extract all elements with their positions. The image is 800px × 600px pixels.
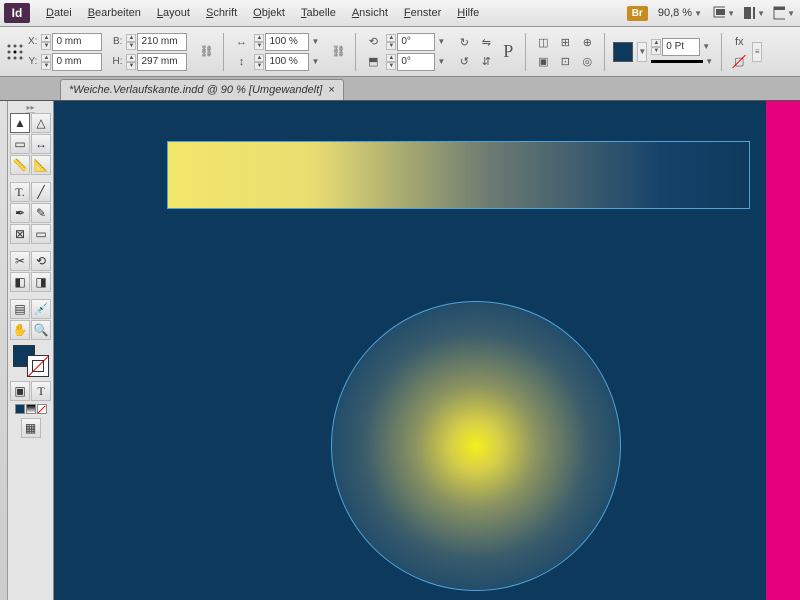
char-proxy-icon: P: [499, 43, 517, 61]
menu-objekt[interactable]: Objekt: [245, 4, 293, 22]
menu-layout[interactable]: Layout: [149, 4, 198, 22]
type-tool-icon[interactable]: T.: [10, 182, 30, 202]
canvas[interactable]: [54, 101, 800, 600]
rotate-input[interactable]: ▲▼▼: [386, 33, 445, 51]
gradient-rectangle-object[interactable]: [167, 141, 750, 209]
gradient-swatch-tool-icon[interactable]: ◧: [10, 272, 30, 292]
line-tool-icon[interactable]: ╱: [31, 182, 51, 202]
screen-mode-icon[interactable]: ▼: [712, 3, 736, 23]
direct-selection-tool-icon[interactable]: △: [31, 113, 51, 133]
constrain-scale-icon[interactable]: ⛓: [329, 43, 347, 61]
formatting-container-icon[interactable]: ▣: [10, 381, 30, 401]
scale-y-input[interactable]: ▲▼▼: [254, 53, 319, 71]
y-input[interactable]: ▲▼: [41, 53, 102, 71]
arrange-docs-icon[interactable]: ▼: [742, 3, 766, 23]
note-tool-icon[interactable]: ▤: [10, 299, 30, 319]
no-effect-icon[interactable]: ▢: [730, 52, 748, 70]
hand-tool-icon[interactable]: ✋: [10, 320, 30, 340]
menu-fenster[interactable]: Fenster: [396, 4, 449, 22]
select-container-icon[interactable]: ◫: [534, 33, 552, 51]
rotate-ccw-icon[interactable]: ↺: [455, 52, 473, 70]
document-tab-title: *Weiche.Verlaufskante.indd @ 90 % [Umgew…: [69, 84, 322, 96]
rect-tool-icon[interactable]: ▭: [31, 224, 51, 244]
x-input[interactable]: ▲▼: [41, 33, 102, 51]
document-tab-strip: *Weiche.Verlaufskante.indd @ 90 % [Umgew…: [0, 77, 800, 101]
eyedropper-tool-icon[interactable]: 💉: [31, 299, 51, 319]
menu-hilfe[interactable]: Hilfe: [449, 4, 487, 22]
rect-frame-tool-icon[interactable]: ⊠: [10, 224, 30, 244]
stroke-weight-input[interactable]: ▲▼▼: [651, 38, 713, 56]
select-content-icon[interactable]: ▣: [534, 52, 552, 70]
menu-bar: Id Datei Bearbeiten Layout Schrift Objek…: [0, 0, 800, 27]
workspace-switch-icon[interactable]: ▼: [772, 3, 796, 23]
constrain-wh-icon[interactable]: ⛓: [197, 43, 215, 61]
tab-close-icon[interactable]: ×: [328, 84, 334, 96]
ruler-tool-icon[interactable]: 📏: [10, 155, 30, 175]
panel-reveal-strip[interactable]: [0, 101, 8, 600]
toolbox-grip-icon[interactable]: ▸▸: [26, 103, 34, 113]
measure-tool-icon[interactable]: 📐: [31, 155, 51, 175]
h-label: H:: [112, 56, 122, 67]
scissors-tool-icon[interactable]: ✂: [10, 251, 30, 271]
apply-none-icon[interactable]: [37, 404, 47, 414]
w-input[interactable]: ▲▼: [126, 33, 187, 51]
gap-tool-icon[interactable]: ↔: [31, 134, 51, 154]
flip-v-icon[interactable]: ⇵: [477, 52, 495, 70]
scale-x-input[interactable]: ▲▼▼: [254, 33, 319, 51]
selection-tool-icon[interactable]: ▲: [10, 113, 30, 133]
rotate-fields: ⟲ ▲▼▼ ⬒ ▲▼▼: [364, 33, 445, 71]
pencil-tool-icon[interactable]: ✎: [31, 203, 51, 223]
menu-schrift[interactable]: Schrift: [198, 4, 245, 22]
position-fields: X: ▲▼ Y: ▲▼: [28, 33, 102, 71]
fill-swatch[interactable]: [613, 42, 633, 62]
h-input[interactable]: ▲▼: [126, 53, 187, 71]
scale-y-icon: ↕: [232, 53, 250, 71]
fill-swatch-menu[interactable]: ▼: [637, 42, 647, 62]
page-tool-icon[interactable]: ▭: [10, 134, 30, 154]
toolbox: ▸▸ ▲△ ▭↔ 📏📐 T.╱ ✒✎ ⊠▭ ✂⟲ ◧◨ ▤💉 ✋🔍 ▣T ▦: [8, 101, 54, 600]
apply-color-icon[interactable]: [15, 404, 25, 414]
scale-fields: ↔ ▲▼▼ ↕ ▲▼▼: [232, 33, 319, 71]
app-badge-icon: Id: [4, 3, 30, 23]
rotate-cw-icon[interactable]: ↻: [455, 33, 473, 51]
w-label: B:: [112, 36, 122, 47]
rotate-icon: ⟲: [364, 33, 382, 51]
workspace: ▸▸ ▲△ ▭↔ 📏📐 T.╱ ✒✎ ⊠▭ ✂⟲ ◧◨ ▤💉 ✋🔍 ▣T ▦: [0, 101, 800, 600]
apply-color-row: [15, 404, 47, 414]
pen-tool-icon[interactable]: ✒: [10, 203, 30, 223]
control-bar: X: ▲▼ Y: ▲▼ B: ▲▼ H: ▲▼ ⛓ ↔ ▲▼▼ ↕ ▲▼▼ ⛓ …: [0, 27, 800, 77]
size-fields: B: ▲▼ H: ▲▼: [112, 33, 187, 71]
reference-point-icon[interactable]: [6, 43, 24, 61]
y-label: Y:: [28, 56, 37, 67]
panel-menu-icon[interactable]: ≡: [752, 42, 762, 62]
menu-datei[interactable]: Datei: [38, 4, 80, 22]
menu-ansicht[interactable]: Ansicht: [344, 4, 396, 22]
effects-icon[interactable]: fx: [730, 33, 748, 51]
zoom-display[interactable]: 90,8 %▼: [654, 5, 706, 21]
x-label: X:: [28, 36, 37, 47]
shear-icon: ⬒: [364, 53, 382, 71]
flip-h-icon[interactable]: ⇋: [477, 33, 495, 51]
formatting-text-icon[interactable]: T: [31, 381, 51, 401]
bridge-badge[interactable]: Br: [627, 6, 648, 21]
stroke-color-icon[interactable]: [27, 355, 49, 377]
apply-gradient-icon[interactable]: [26, 404, 36, 414]
gradient-feather-tool-icon[interactable]: ◨: [31, 272, 51, 292]
view-mode-icon[interactable]: ▦: [21, 418, 41, 438]
fit-frame-icon[interactable]: ⊡: [556, 52, 574, 70]
fill-frame-icon[interactable]: ◎: [578, 52, 596, 70]
radial-gradient-circle-object[interactable]: [331, 301, 621, 591]
transform-tool-icon[interactable]: ⟲: [31, 251, 51, 271]
document-tab[interactable]: *Weiche.Verlaufskante.indd @ 90 % [Umgew…: [60, 79, 344, 100]
fit-content-icon[interactable]: ⊞: [556, 33, 574, 51]
zoom-tool-icon[interactable]: 🔍: [31, 320, 51, 340]
bleed-area: [766, 101, 800, 600]
shear-input[interactable]: ▲▼▼: [386, 53, 445, 71]
stroke-style-preview[interactable]: [651, 60, 703, 63]
menu-bearbeiten[interactable]: Bearbeiten: [80, 4, 149, 22]
scale-x-icon: ↔: [232, 33, 250, 51]
menu-tabelle[interactable]: Tabelle: [293, 4, 344, 22]
center-content-icon[interactable]: ⊕: [578, 33, 596, 51]
fill-stroke-proxy[interactable]: [13, 345, 49, 377]
